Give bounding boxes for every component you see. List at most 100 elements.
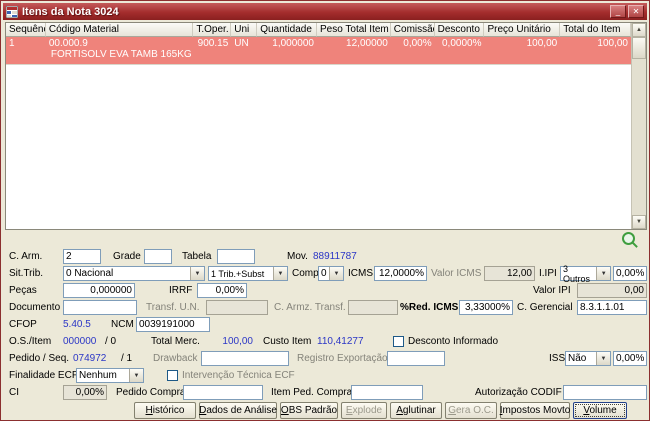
custo-item-value: 110,41277 bbox=[317, 336, 364, 347]
autorizacao-codif-label: Autorização CODIF bbox=[475, 387, 562, 398]
pecas-field[interactable] bbox=[63, 283, 135, 298]
window-title: Itens da Nota 3024 bbox=[22, 5, 119, 18]
chevron-down-icon[interactable]: ▼ bbox=[596, 352, 610, 365]
ncm-label: NCM bbox=[111, 319, 134, 330]
chevron-down-icon[interactable]: ▼ bbox=[129, 369, 143, 382]
column-header-sequencia: Sequência bbox=[6, 23, 46, 37]
items-grid: Sequência Código Material T.Oper. Uni Qu… bbox=[5, 22, 647, 230]
close-button[interactable]: ✕ bbox=[628, 5, 644, 18]
intervencao-ecf-label: Intervenção Técnica ECF bbox=[182, 370, 295, 381]
item-ped-compra-field[interactable] bbox=[351, 385, 423, 400]
red-icms-label: %Red. ICMS bbox=[400, 302, 459, 313]
transf-un-field bbox=[206, 300, 268, 315]
titlebar[interactable]: Itens da Nota 3024 _ ✕ bbox=[3, 3, 647, 20]
mov-label: Mov. bbox=[287, 251, 308, 262]
cell-descricao: FORTISOLV EVA TAMB 165KG bbox=[50, 49, 192, 60]
cell-sequencia: 1 bbox=[9, 38, 15, 49]
c-armz-transf-label: C. Armz. Transf. bbox=[274, 302, 346, 313]
cell-uni: UN bbox=[234, 38, 249, 49]
documento-field[interactable] bbox=[63, 300, 137, 315]
scrollbar-thumb[interactable] bbox=[632, 37, 646, 59]
explode-button[interactable]: Explode bbox=[341, 402, 387, 419]
aglutinar-button[interactable]: Aglutinar bbox=[390, 402, 442, 419]
sit-trib-select[interactable]: 0 Nacional ▼ bbox=[63, 266, 205, 281]
sit-trib-label: Sit.Trib. bbox=[9, 268, 44, 279]
column-header-quantidade: Quantidade bbox=[257, 23, 318, 37]
column-header-desconto: Desconto bbox=[434, 23, 485, 37]
historico-button[interactable]: Histórico bbox=[134, 402, 196, 419]
ipi-pct-field[interactable] bbox=[613, 266, 647, 281]
total-merc-value: 100,00 bbox=[222, 336, 253, 347]
irrf-label: IRRF bbox=[169, 285, 193, 296]
c-gerencial-field[interactable] bbox=[577, 300, 647, 315]
icms-field[interactable] bbox=[374, 266, 427, 281]
pedido-compra-label: Pedido Compra bbox=[116, 387, 186, 398]
compl-select[interactable]: 0 ▼ bbox=[318, 266, 344, 281]
registro-exportacao-label: Registro Exportação bbox=[297, 353, 388, 364]
cell-preco: 100,00 bbox=[526, 38, 558, 49]
scroll-up-icon[interactable]: ▲ bbox=[632, 23, 646, 37]
tabela-field[interactable] bbox=[217, 249, 255, 264]
os-item-seq: / 0 bbox=[105, 336, 117, 347]
scroll-down-icon[interactable]: ▼ bbox=[632, 215, 646, 229]
finalidade-ecf-select[interactable]: Nenhum ▼ bbox=[76, 368, 144, 383]
column-header-preco: Preço Unitário bbox=[484, 23, 561, 37]
ncm-field[interactable] bbox=[136, 317, 210, 332]
chevron-down-icon[interactable]: ▼ bbox=[190, 267, 204, 280]
c-gerencial-label: C. Gerencial bbox=[517, 302, 573, 313]
iss-pct-field[interactable] bbox=[613, 351, 647, 366]
grid-header: Sequência Código Material T.Oper. Uni Qu… bbox=[6, 23, 631, 37]
scrollbar-track[interactable] bbox=[632, 37, 646, 215]
irrf-field[interactable] bbox=[197, 283, 247, 298]
chevron-down-icon[interactable]: ▼ bbox=[273, 267, 287, 280]
red-icms-field[interactable] bbox=[459, 300, 513, 315]
intervencao-ecf-checkbox[interactable] bbox=[167, 370, 178, 381]
cell-peso: 12,00000 bbox=[346, 38, 388, 49]
items-window: Itens da Nota 3024 _ ✕ Sequência Código … bbox=[0, 0, 650, 421]
volume-button[interactable]: Volume bbox=[573, 402, 627, 419]
c-arm-label: C. Arm. bbox=[9, 251, 43, 262]
ipi-label: I.IPI bbox=[539, 268, 557, 279]
c-arm-field[interactable] bbox=[63, 249, 101, 264]
transf-un-label: Transf. U.N. bbox=[146, 302, 200, 313]
dados-analise-button[interactable]: Dados de Análise bbox=[199, 402, 277, 419]
cell-codigo-material: 00.000.9 FORTISOLV EVA TAMB 165KG bbox=[46, 37, 194, 64]
column-header-comissao: Comissão bbox=[390, 23, 435, 37]
grade-field[interactable] bbox=[144, 249, 172, 264]
obs-padrao-button[interactable]: OBS Padrão bbox=[280, 402, 338, 419]
pedido-compra-field[interactable] bbox=[183, 385, 263, 400]
item-ped-compra-label: Item Ped. Compra bbox=[271, 387, 353, 398]
ipi-select[interactable]: 3 Outros ▼ bbox=[560, 264, 611, 284]
vertical-scrollbar[interactable]: ▲ ▼ bbox=[631, 23, 646, 229]
registro-exportacao-field[interactable] bbox=[387, 351, 445, 366]
gera-oc-button[interactable]: Gera O.C. bbox=[445, 402, 497, 419]
os-item-label: O.S./Item bbox=[9, 336, 52, 347]
cell-codigo: 00.000.9 bbox=[48, 38, 88, 49]
cfop-value: 5.40.5 bbox=[63, 319, 91, 330]
c-armz-transf-field bbox=[348, 300, 398, 315]
zoom-icon[interactable] bbox=[622, 232, 635, 245]
tabela-label: Tabela bbox=[182, 251, 212, 262]
autorizacao-codif-field[interactable] bbox=[563, 385, 647, 400]
column-header-peso: Peso Total Item bbox=[317, 23, 391, 37]
iss-select[interactable]: Não ▼ bbox=[565, 351, 611, 366]
minimize-button[interactable]: _ bbox=[610, 5, 626, 18]
finalidade-ecf-label: Finalidade ECF bbox=[9, 370, 78, 381]
iss-label: ISS bbox=[549, 353, 566, 364]
drawback-field[interactable] bbox=[201, 351, 289, 366]
chevron-down-icon[interactable]: ▼ bbox=[596, 267, 610, 280]
grid-body: Sequência Código Material T.Oper. Uni Qu… bbox=[6, 23, 631, 229]
table-row[interactable]: 1 00.000.9 FORTISOLV EVA TAMB 165KG 900.… bbox=[6, 37, 631, 65]
impostos-movto-button[interactable]: Impostos Movto bbox=[500, 402, 570, 419]
pedido-value: 074972 bbox=[73, 353, 107, 364]
column-header-toper: T.Oper. bbox=[193, 23, 232, 37]
desconto-informado-checkbox[interactable] bbox=[393, 336, 404, 347]
window-icon bbox=[5, 5, 19, 18]
icms-label: ICMS bbox=[348, 268, 373, 279]
trib-subst-select[interactable]: 1 Trib.+Subst ▼ bbox=[208, 266, 288, 281]
custo-item-label: Custo Item bbox=[263, 336, 312, 347]
chevron-down-icon[interactable]: ▼ bbox=[329, 267, 343, 280]
cell-quantidade: 1,000000 bbox=[272, 38, 314, 49]
column-header-total: Total do Item bbox=[560, 23, 631, 37]
column-header-uni: Uni bbox=[231, 23, 258, 37]
